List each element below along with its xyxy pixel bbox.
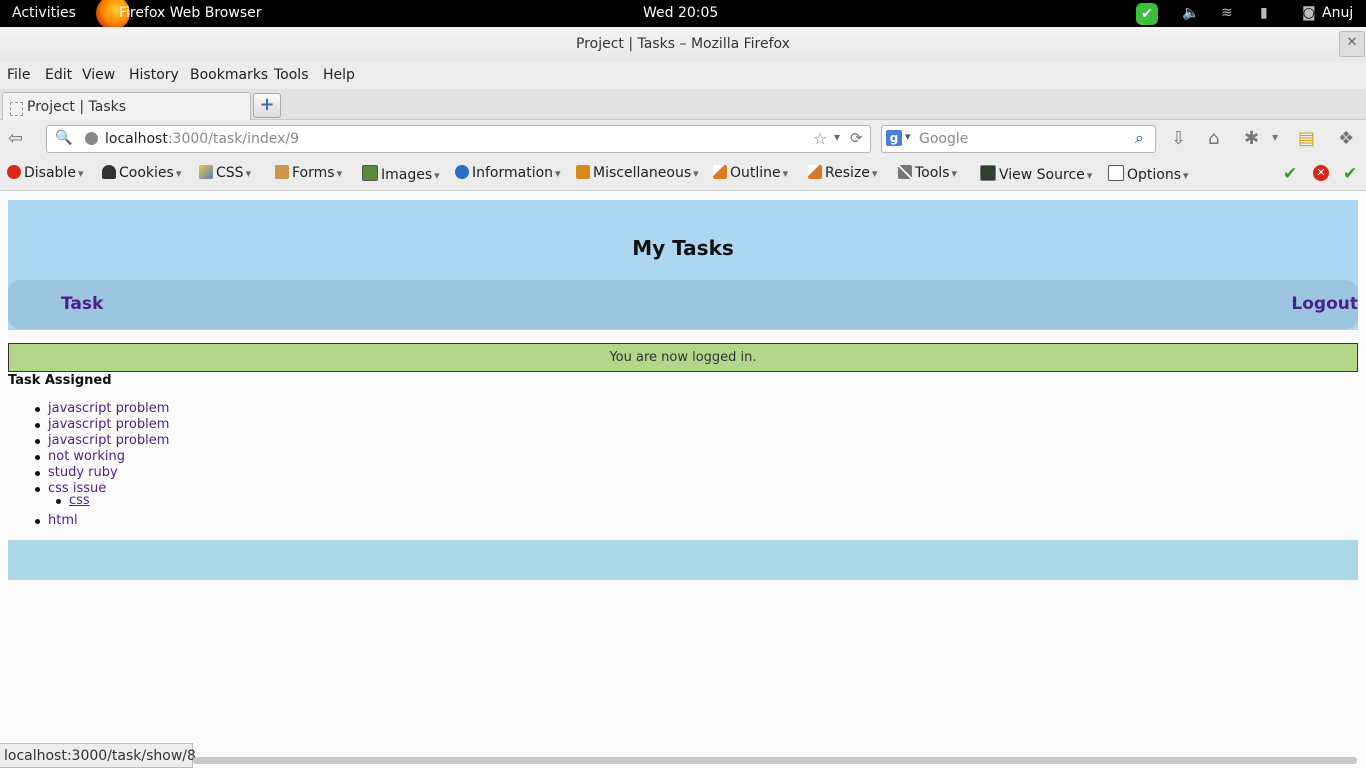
search-placeholder: Google <box>919 131 969 147</box>
navigation-toolbar: ⇦ 🔍 localhost:3000/task/index/9 ☆ ▾ ⟳ g … <box>0 120 1366 158</box>
menu-bookmarks[interactable]: Bookmarks <box>190 67 268 83</box>
engine-dropdown-icon[interactable]: ▾ <box>905 130 911 143</box>
nav-logout-link[interactable]: Logout <box>1291 294 1358 314</box>
wd-disable[interactable]: Disable ▾ <box>7 165 83 181</box>
css-wand-icon <box>199 165 213 179</box>
ruler-icon[interactable]: ▤ <box>1298 128 1315 149</box>
downloads-icon[interactable]: ⇩ <box>1171 128 1186 149</box>
clock[interactable]: Wed 20:05 <box>643 5 718 21</box>
nav-task-link[interactable]: Task <box>61 294 103 314</box>
app-menu[interactable]: Firefox Web Browser <box>119 5 262 21</box>
task-link[interactable]: javascript problem <box>34 433 169 449</box>
tools-icon <box>898 165 912 179</box>
menu-tools[interactable]: Tools <box>274 67 309 83</box>
search-icon[interactable]: ⌕ <box>1135 128 1144 148</box>
task-link[interactable]: javascript problem <box>34 401 169 417</box>
system-top-bar: Activities Firefox Web Browser Wed 20:05… <box>0 0 1366 27</box>
wd-information[interactable]: Information ▾ <box>455 165 561 181</box>
page-footer <box>8 540 1358 580</box>
view-source-icon <box>980 165 996 181</box>
search-bar[interactable]: g ▾ Google ⌕ <box>881 125 1156 153</box>
flash-notice: You are now logged in. <box>8 343 1358 372</box>
information-icon <box>455 165 469 179</box>
window-title: Project | Tasks – Mozilla Firefox <box>576 36 790 52</box>
outline-pencil-icon <box>713 165 727 179</box>
page-nav: Task Logout <box>8 280 1358 329</box>
wd-css[interactable]: CSS ▾ <box>199 165 251 181</box>
html-valid-icon[interactable]: ✔ <box>1343 164 1357 184</box>
firebug-icon[interactable]: ✱ <box>1244 128 1259 149</box>
wd-cookies[interactable]: Cookies ▾ <box>102 165 181 181</box>
window-titlebar: Project | Tasks – Mozilla Firefox ✕ <box>0 27 1366 61</box>
css-valid-icon[interactable]: ✔ <box>1283 164 1297 184</box>
globe-icon <box>85 132 98 145</box>
url-host: localhost <box>105 131 168 147</box>
page-title: My Tasks <box>632 236 734 260</box>
bookmark-star-icon[interactable]: ☆ <box>813 129 827 148</box>
wd-forms[interactable]: Forms ▾ <box>275 165 342 181</box>
task-link[interactable]: html <box>34 513 169 529</box>
wd-view-source[interactable]: View Source ▾ <box>980 165 1092 183</box>
task-link[interactable]: not working <box>34 449 169 465</box>
wd-options[interactable]: Options ▾ <box>1108 165 1189 183</box>
subtask-link[interactable]: css <box>56 493 90 509</box>
google-engine-icon[interactable]: g <box>886 130 902 146</box>
menu-view[interactable]: View <box>82 67 115 83</box>
tab-strip: Project | Tasks + <box>0 89 1366 120</box>
task-link[interactable]: study ruby <box>34 465 169 481</box>
close-window-icon[interactable]: ✕ <box>1339 31 1365 57</box>
page-favicon-icon <box>10 102 23 116</box>
url-bar[interactable]: 🔍 localhost:3000/task/index/9 ☆ ▾ ⟳ <box>46 125 871 153</box>
back-icon[interactable]: ⇦ <box>8 128 23 149</box>
js-error-icon[interactable]: ✕ <box>1313 165 1329 181</box>
options-icon <box>1108 165 1124 181</box>
task-link[interactable]: javascript problem <box>34 417 169 433</box>
wifi-icon[interactable]: ≋ <box>1221 5 1233 21</box>
wd-images[interactable]: Images ▾ <box>362 165 440 183</box>
wd-miscellaneous[interactable]: Miscellaneous ▾ <box>576 165 699 181</box>
tab-project-tasks[interactable]: Project | Tasks <box>2 92 251 120</box>
addon-icon[interactable]: ❖ <box>1338 128 1354 149</box>
reload-icon[interactable]: ⟳ <box>850 129 863 147</box>
menu-help[interactable]: Help <box>323 67 355 83</box>
web-developer-toolbar: Disable ▾ Cookies ▾ CSS ▾ Forms ▾ Images ▾ In… <box>0 158 1366 191</box>
task-list: javascript problem javascript problem ja… <box>34 401 169 529</box>
resize-icon <box>808 165 822 179</box>
update-shield-icon[interactable]: ✔ <box>1136 3 1158 25</box>
user-icon: ◙ <box>1302 5 1316 21</box>
menu-edit[interactable]: Edit <box>45 67 72 83</box>
identity-icon[interactable]: 🔍 <box>55 130 72 146</box>
menu-file[interactable]: File <box>7 67 30 83</box>
task-item-css-issue: css issue css <box>34 481 169 513</box>
user-menu[interactable]: Anuj <box>1322 5 1353 21</box>
home-icon[interactable]: ⌂ <box>1208 128 1219 149</box>
miscellaneous-icon <box>576 165 590 179</box>
menu-history[interactable]: History <box>129 67 179 83</box>
wd-tools[interactable]: Tools ▾ <box>898 165 957 181</box>
wd-resize[interactable]: Resize ▾ <box>808 165 877 181</box>
battery-icon[interactable]: ▮ <box>1260 5 1268 21</box>
firebug-dropdown-icon[interactable]: ▾ <box>1272 130 1278 144</box>
page-header: My Tasks Task Logout <box>8 200 1358 330</box>
menu-bar: File Edit View History Bookmarks Tools H… <box>0 61 1366 89</box>
tab-label: Project | Tasks <box>27 99 127 115</box>
volume-icon[interactable]: 🔈 <box>1182 5 1199 21</box>
url-path: :3000/task/index/9 <box>167 131 300 147</box>
horizontal-scrollbar[interactable] <box>193 757 1357 764</box>
wd-outline[interactable]: Outline ▾ <box>713 165 788 181</box>
new-tab-button[interactable]: + <box>253 93 281 118</box>
disable-icon <box>7 165 21 179</box>
page-viewport: My Tasks Task Logout You are now logged … <box>0 191 1366 756</box>
activities-button[interactable]: Activities <box>12 5 76 21</box>
cookies-icon <box>102 165 116 179</box>
images-icon <box>362 165 378 181</box>
history-dropdown-icon[interactable]: ▾ <box>834 130 840 144</box>
forms-icon <box>275 165 289 179</box>
task-assigned-heading: Task Assigned <box>8 373 112 388</box>
status-bar-url: localhost:3000/task/show/8 <box>0 743 196 768</box>
